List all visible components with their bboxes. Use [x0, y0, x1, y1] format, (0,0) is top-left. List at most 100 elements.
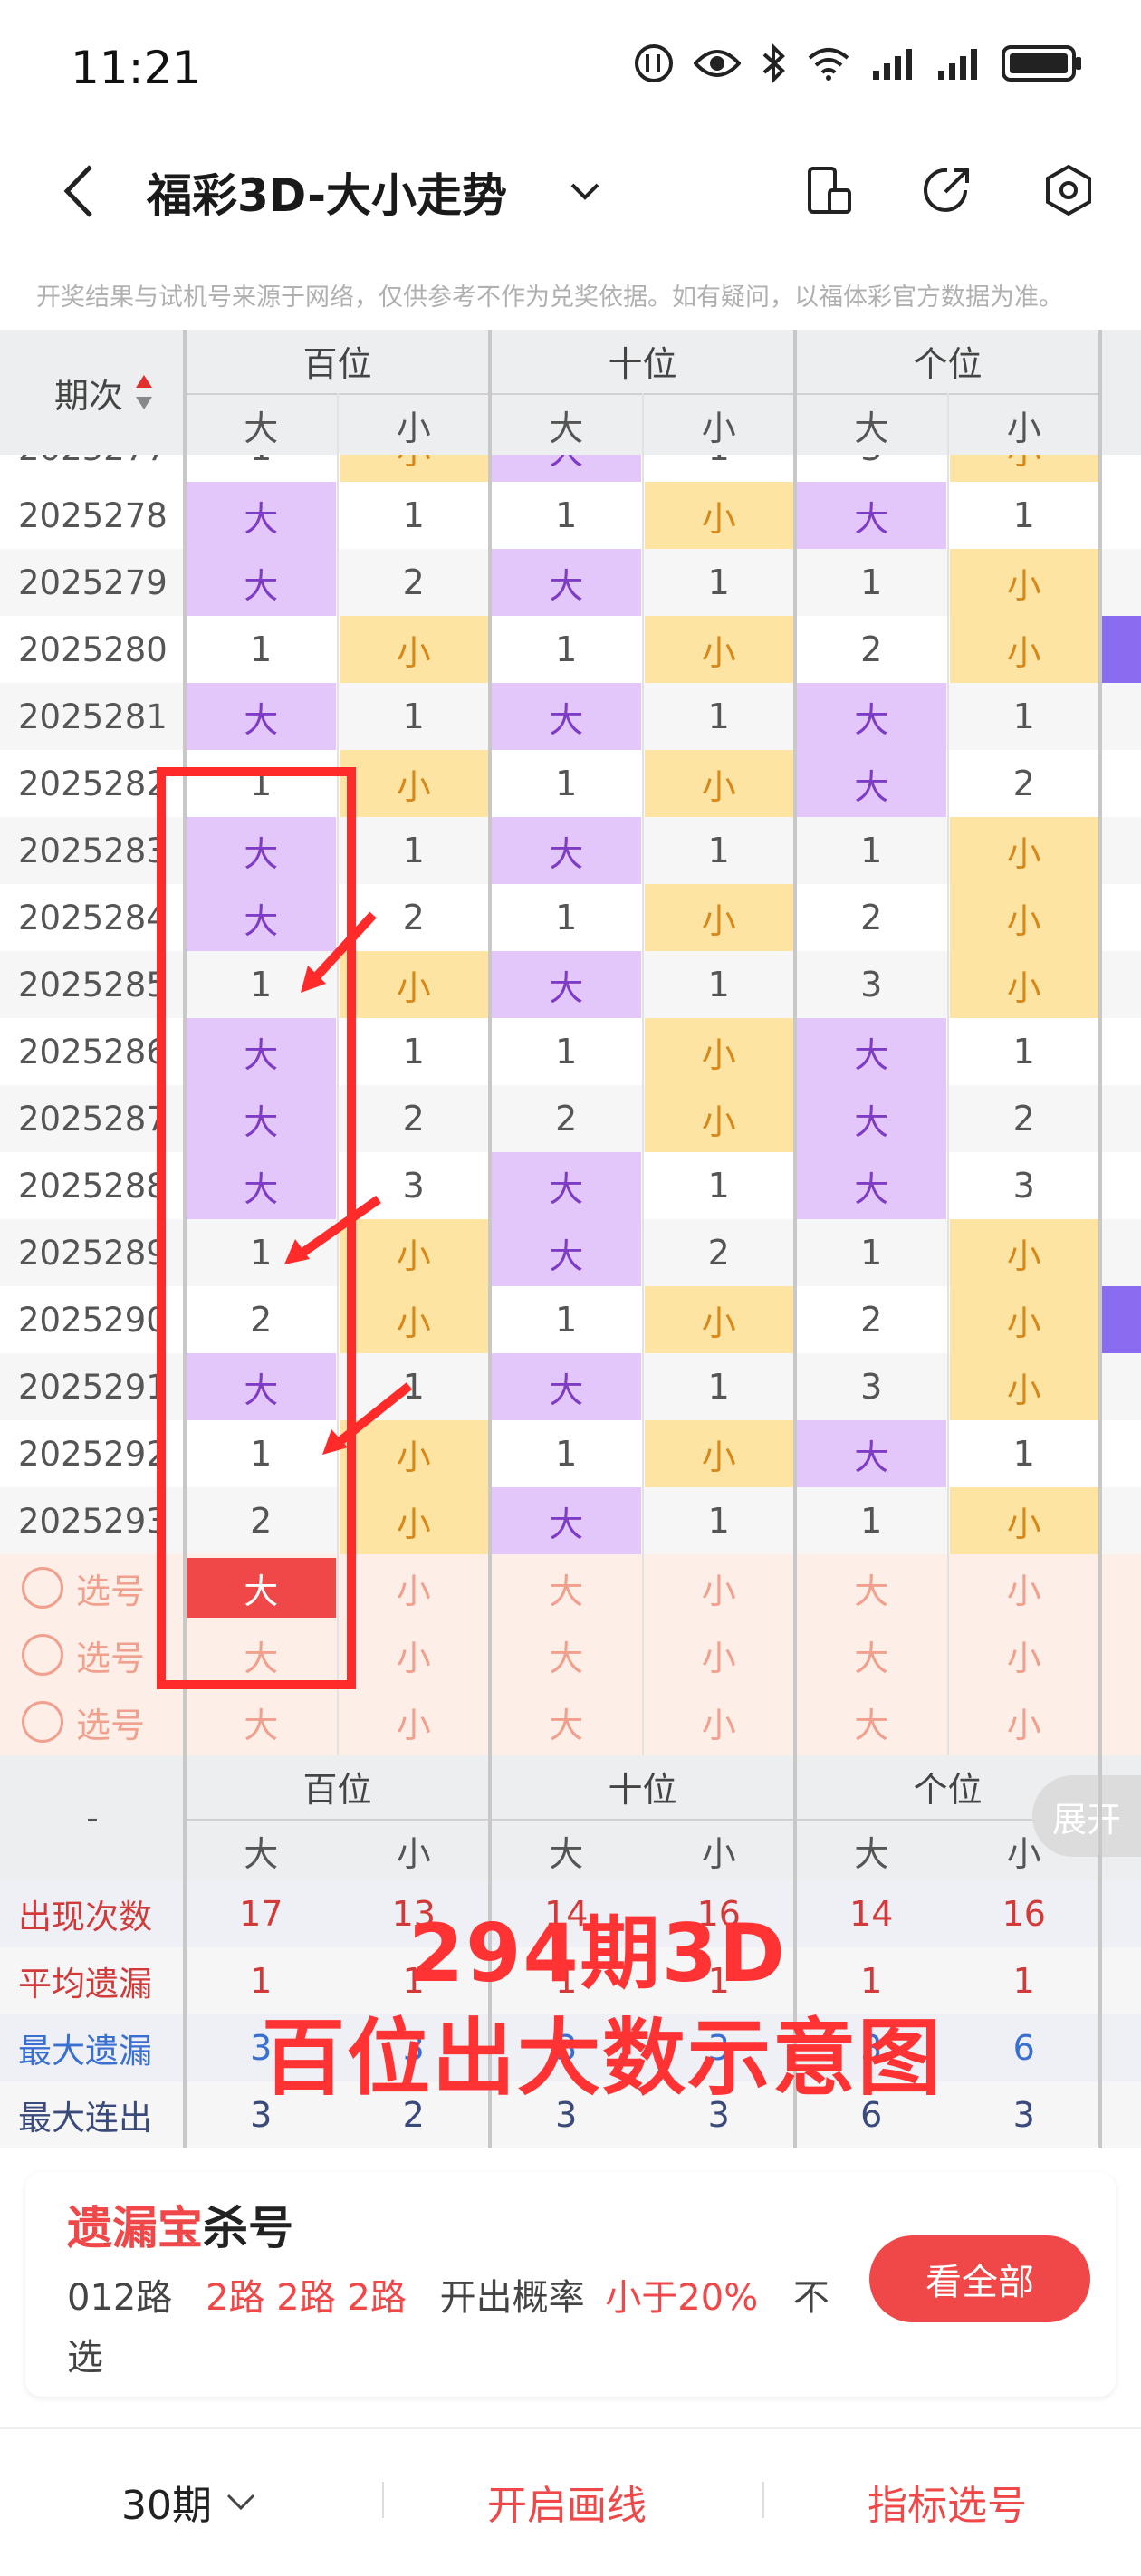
period-cell: 2025283: [18, 831, 168, 870]
trend-cell: 2: [860, 1300, 883, 1340]
trend-cell: 小: [949, 616, 1098, 683]
trend-cell: 2: [555, 1099, 578, 1139]
pick-cell[interactable]: 大: [492, 1621, 641, 1688]
trend-cell: 大: [187, 549, 336, 616]
trend-cell: 小: [339, 455, 488, 482]
trend-cell: 大: [492, 1219, 641, 1286]
page-title[interactable]: 福彩3D-大小走势: [147, 159, 507, 225]
trend-cell: 1: [250, 764, 273, 803]
trend-cell: 1: [250, 1434, 273, 1474]
trend-cell: 大: [187, 1085, 336, 1152]
trend-cell: 小: [644, 1420, 793, 1487]
device-switch-icon[interactable]: [802, 163, 857, 217]
trend-cell: 1: [555, 1300, 578, 1340]
period-cell: 2025288: [18, 1166, 168, 1206]
pick-cell[interactable]: 大: [187, 1558, 336, 1618]
trend-cell: 1: [707, 697, 730, 736]
pick-cell[interactable]: 大: [797, 1621, 946, 1688]
pick-cell[interactable]: 大: [797, 1688, 946, 1755]
sub-header-1: 小: [337, 393, 490, 455]
pick-radio[interactable]: [22, 1634, 63, 1676]
trend-cell: 1: [860, 831, 883, 870]
screen: 11:21 福彩3D-大小走势 开奖结果与试机号来源于网络，仅供参考不作为兑奖依…: [0, 0, 1141, 2576]
eye-icon: [694, 50, 741, 77]
pick-cell[interactable]: 小: [645, 1688, 794, 1755]
pick-radio[interactable]: [22, 1567, 63, 1609]
trend-cell: 1: [402, 831, 425, 870]
pick-label[interactable]: 选号: [76, 1621, 185, 1688]
bluetooth-icon: [762, 43, 785, 83]
pick-cell[interactable]: 小: [645, 1621, 794, 1688]
trend-cell: 大: [187, 1018, 336, 1085]
pick-label[interactable]: 选号: [76, 1688, 185, 1755]
pick-cell[interactable]: 大: [187, 1688, 336, 1755]
period-header[interactable]: 期次: [0, 330, 185, 455]
trend-cell: 3: [860, 965, 883, 1004]
group-header-2: 个位: [913, 343, 983, 384]
stats-sub-header-2: 大: [490, 1819, 643, 1880]
trend-cell: 小: [339, 616, 488, 683]
trend-cell: 1: [402, 495, 425, 535]
pick-cell[interactable]: 大: [492, 1688, 641, 1755]
trend-cell: 1: [250, 1233, 273, 1273]
share-icon[interactable]: [920, 163, 974, 217]
indicator-pick-button[interactable]: 指标选号: [868, 2473, 1027, 2531]
pick-cell[interactable]: 大: [492, 1554, 641, 1621]
view-all-button[interactable]: 看全部: [869, 2235, 1090, 2322]
pick-radio[interactable]: [22, 1701, 63, 1743]
trend-cell: 小: [949, 951, 1098, 1018]
promo-heading: 遗漏宝杀号: [67, 2192, 293, 2257]
back-arrow-icon[interactable]: [54, 159, 109, 223]
expand-button[interactable]: 展开: [1032, 1775, 1141, 1857]
sub-header-3: 小: [642, 393, 795, 455]
period-cell: 2025279: [18, 562, 168, 602]
pick-cell[interactable]: 小: [645, 1554, 794, 1621]
pick-label[interactable]: 选号: [76, 1554, 185, 1621]
trend-cell: 大: [187, 1353, 336, 1420]
trend-cell: 3: [402, 1166, 425, 1206]
sub-header-2: 大: [490, 393, 643, 455]
pick-cell[interactable]: 小: [950, 1688, 1099, 1755]
settings-hexagon-icon[interactable]: [1041, 163, 1096, 217]
pick-cell[interactable]: 大: [187, 1621, 336, 1688]
sort-icon[interactable]: [134, 373, 154, 411]
trend-cell: 大: [797, 1085, 946, 1152]
wifi-icon: [808, 48, 849, 81]
pick-cell[interactable]: 小: [340, 1688, 489, 1755]
stats-group-header-1: 十位: [608, 1769, 677, 1810]
trend-cell: 2: [402, 562, 425, 602]
trend-cell: 1: [707, 831, 730, 870]
pick-cell[interactable]: 小: [340, 1621, 489, 1688]
trend-cell: 小: [644, 1286, 793, 1353]
trend-cell: 大: [187, 817, 336, 884]
trend-cell: 小: [644, 482, 793, 549]
pick-cell[interactable]: 大: [797, 1554, 946, 1621]
period-cell: 2025289: [18, 1233, 168, 1273]
pick-cell[interactable]: 小: [950, 1621, 1099, 1688]
draw-line-button[interactable]: 开启画线: [487, 2473, 647, 2531]
trend-cell: 小: [644, 750, 793, 817]
stats-group-header-0: 百位: [302, 1769, 372, 1810]
sub-divider: [641, 393, 644, 1755]
trend-cell: 大: [492, 1152, 641, 1219]
chevron-down-icon[interactable]: [567, 172, 603, 208]
pick-cell[interactable]: 小: [950, 1554, 1099, 1621]
trend-cell: 大: [492, 817, 641, 884]
period-cell: 2025281: [18, 697, 168, 736]
stats-sub-header-1: 小: [337, 1819, 490, 1880]
sub-header-0: 大: [185, 393, 338, 455]
divider: [762, 2482, 764, 2518]
trend-cell: 1: [1012, 1032, 1035, 1072]
period-selector[interactable]: 30期: [121, 2473, 257, 2531]
column-divider: [183, 330, 187, 2148]
trend-cell: 1: [1012, 495, 1035, 535]
trend-cell: 小: [339, 951, 488, 1018]
trend-cell: 3: [797, 455, 946, 482]
trend-cell: 大: [797, 1018, 946, 1085]
overlay-title-1: 294期3D: [408, 1907, 787, 2000]
trend-cell: 大: [492, 951, 641, 1018]
trend-cell: 小: [949, 884, 1098, 951]
pick-cell[interactable]: 小: [340, 1554, 489, 1621]
trend-cell: 大: [492, 455, 641, 482]
trend-cell: 1: [555, 1032, 578, 1072]
